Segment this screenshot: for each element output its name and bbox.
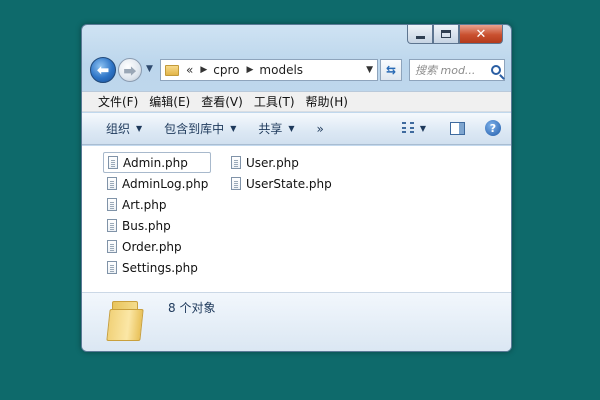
file-item[interactable]: User.php <box>227 152 335 173</box>
menu-help[interactable]: 帮助(H) <box>306 93 348 110</box>
views-dropdown-icon[interactable]: ▼ <box>420 124 426 133</box>
search-icon[interactable] <box>491 65 501 75</box>
maximize-icon <box>441 30 451 38</box>
file-item[interactable]: Order.php <box>103 236 211 257</box>
more-commands-button[interactable]: » <box>317 122 324 136</box>
file-name: Art.php <box>122 197 167 212</box>
php-file-icon <box>107 219 117 232</box>
file-item[interactable]: Settings.php <box>103 257 211 278</box>
caption-buttons: ✕ <box>407 25 503 45</box>
views-icon-bar <box>409 131 414 134</box>
recent-pages-dropdown-icon[interactable]: ▼ <box>146 64 153 74</box>
search-box[interactable] <box>409 59 505 81</box>
breadcrumb-overflow[interactable]: « <box>186 63 193 77</box>
file-name: UserState.php <box>246 176 332 191</box>
folder-icon <box>106 301 144 341</box>
menu-view[interactable]: 查看(V) <box>201 93 243 110</box>
menu-bar: 文件(F) 编辑(E) 查看(V) 工具(T) 帮助(H) <box>82 91 511 112</box>
share-button[interactable]: 共享 ▼ <box>258 120 294 137</box>
views-icon[interactable] <box>401 122 416 134</box>
minimize-button[interactable] <box>407 25 433 44</box>
menu-tools[interactable]: 工具(T) <box>254 93 295 110</box>
item-count: 8 个对象 <box>168 301 216 315</box>
php-file-icon <box>107 177 117 190</box>
file-list: Admin.php AdminLog.php Art.php Bus.php O… <box>82 146 511 292</box>
forward-button[interactable]: ⮕ <box>118 58 142 82</box>
php-file-icon <box>231 177 241 190</box>
file-name: Admin.php <box>123 155 188 170</box>
file-name: AdminLog.php <box>122 176 209 191</box>
views-icon-bar <box>401 131 406 134</box>
file-name: Order.php <box>122 239 182 254</box>
address-bar[interactable]: « ▶ cpro ▶ models ▼ <box>160 59 378 81</box>
chevron-down-icon: ▼ <box>136 124 143 133</box>
forward-arrow-icon: ⮕ <box>123 64 137 80</box>
file-name: Bus.php <box>122 218 171 233</box>
php-file-icon <box>107 261 117 274</box>
address-dropdown-icon[interactable]: ▼ <box>366 65 373 75</box>
include-in-library-label: 包含到库中 <box>164 122 225 136</box>
file-item[interactable]: AdminLog.php <box>103 173 211 194</box>
details-pane: 8 个对象 <box>82 292 511 351</box>
file-item[interactable]: Admin.php <box>103 152 212 173</box>
views-icon-bar <box>409 122 414 124</box>
organize-button[interactable]: 组织 ▼ <box>106 120 142 137</box>
folder-icon-front <box>106 309 144 341</box>
file-name: User.php <box>246 155 299 170</box>
file-column-2: User.php UserState.php <box>227 152 335 194</box>
file-item[interactable]: Bus.php <box>103 215 211 236</box>
preview-pane-icon[interactable] <box>450 121 465 135</box>
php-file-icon <box>108 156 118 169</box>
chevron-down-icon: ▼ <box>288 124 295 133</box>
back-button[interactable]: ⬅ <box>90 57 116 83</box>
php-file-icon <box>107 240 117 253</box>
php-file-icon <box>107 198 117 211</box>
file-column-1: Admin.php AdminLog.php Art.php Bus.php O… <box>103 152 212 278</box>
share-label: 共享 <box>258 122 283 136</box>
refresh-icon: ⇆ <box>385 63 397 77</box>
navigation-bar: ⬅ ⮕ ▼ « ▶ cpro ▶ models ▼ ⇆ <box>90 55 505 85</box>
php-file-icon <box>231 156 241 169</box>
command-bar: 组织 ▼ 包含到库中 ▼ 共享 ▼ » ▼ ? <box>82 113 511 145</box>
help-icon[interactable]: ? <box>485 120 501 136</box>
toolbar-right: ▼ ? <box>401 120 501 136</box>
organize-label: 组织 <box>106 122 131 136</box>
include-in-library-button[interactable]: 包含到库中 ▼ <box>164 120 236 137</box>
file-item[interactable]: Art.php <box>103 194 211 215</box>
folder-icon <box>165 64 179 76</box>
chevron-down-icon: ▼ <box>230 124 237 133</box>
file-name: Settings.php <box>122 260 198 275</box>
menu-file[interactable]: 文件(F) <box>98 93 138 110</box>
breadcrumb-item-models[interactable]: models <box>259 63 303 77</box>
breadcrumb-separator-icon[interactable]: ▶ <box>247 65 254 75</box>
refresh-button[interactable]: ⇆ <box>380 59 402 81</box>
file-item[interactable]: UserState.php <box>227 173 335 194</box>
views-icon-bar <box>401 122 406 124</box>
maximize-button[interactable] <box>433 25 459 44</box>
close-button[interactable]: ✕ <box>459 25 503 44</box>
menu-edit[interactable]: 编辑(E) <box>149 93 190 110</box>
back-arrow-icon: ⬅ <box>96 61 110 79</box>
breadcrumb-item-cpro[interactable]: cpro <box>213 63 239 77</box>
views-icon-bar <box>401 126 406 129</box>
breadcrumb-separator-icon[interactable]: ▶ <box>200 65 207 75</box>
search-input[interactable] <box>415 63 489 77</box>
close-icon: ✕ <box>475 26 487 42</box>
minimize-icon <box>415 35 425 39</box>
views-icon-bar <box>409 126 414 129</box>
explorer-window: ✕ ⬅ ⮕ ▼ « ▶ cpro ▶ models ▼ ⇆ 文件(F) 编辑(E… <box>81 24 512 352</box>
